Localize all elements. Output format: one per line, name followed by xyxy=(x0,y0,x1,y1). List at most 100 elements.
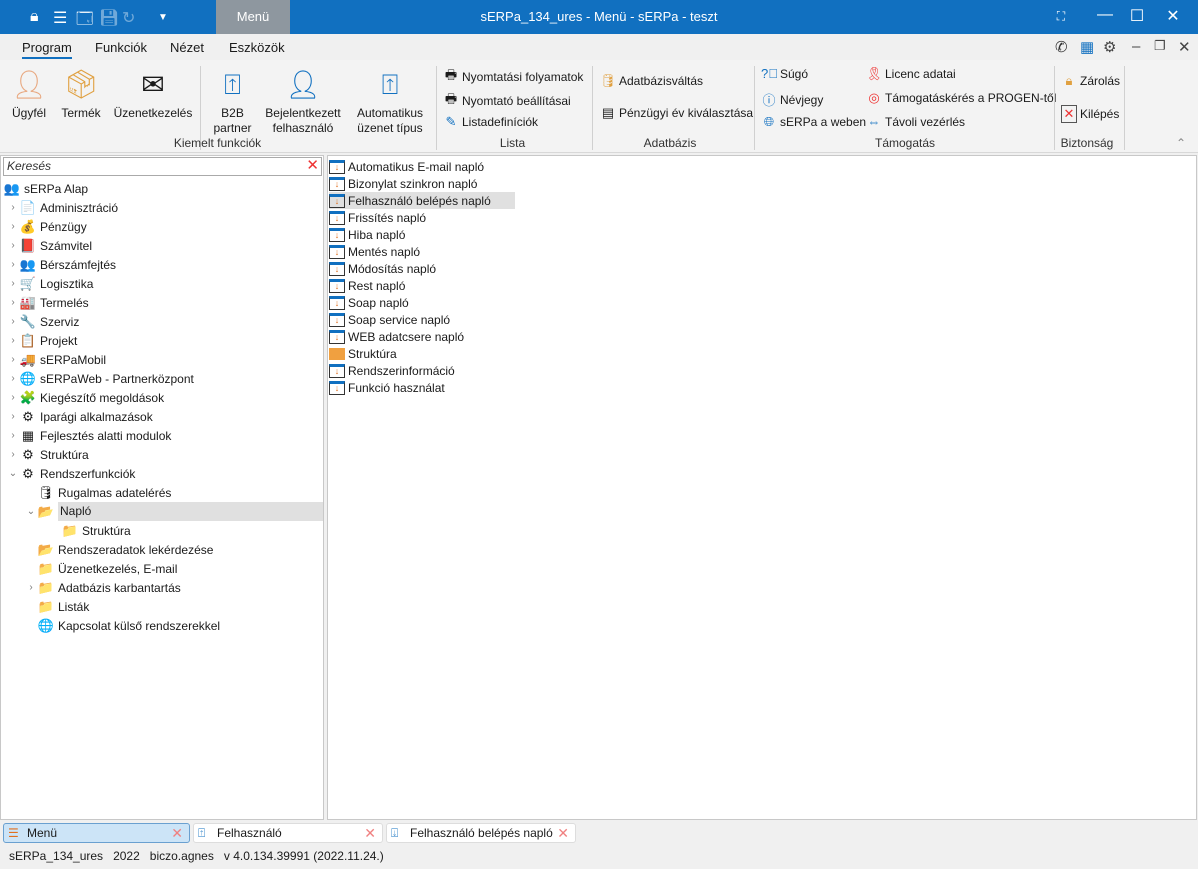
list-item[interactable]: ↓ Soap napló xyxy=(329,294,419,311)
tree-item[interactable]: 📁 Üzenetkezelés, E-mail xyxy=(1,559,323,578)
zarolas-button[interactable]: 🔒︎ Zárolás xyxy=(1061,73,1120,89)
doc-tab-felhasznalo[interactable]: ⍐ Felhasználó ✕ xyxy=(193,823,383,843)
list-item[interactable]: ↓ Módosítás napló xyxy=(329,260,446,277)
mdi-restore-icon[interactable]: ❐ xyxy=(1154,38,1166,54)
tree-item[interactable]: ⌄ ⚙ Rendszerfunkciók xyxy=(1,464,323,483)
tab-nezet[interactable]: Nézet xyxy=(170,40,204,55)
chevron-down-icon[interactable]: ⌄ xyxy=(7,468,19,479)
chevron-right-icon[interactable]: › xyxy=(7,278,19,289)
serpa-web-button[interactable]: 🌐︎ sERPa a weben xyxy=(761,114,866,130)
chevron-right-icon[interactable]: › xyxy=(7,316,19,327)
list-item[interactable]: ↓ Hiba napló xyxy=(329,226,415,243)
chevron-right-icon[interactable]: › xyxy=(7,202,19,213)
list-item[interactable]: ↓ WEB adatcsere napló xyxy=(329,328,474,345)
kilepes-button[interactable]: ✕ Kilépés xyxy=(1061,105,1119,123)
close-button[interactable]: ✕ xyxy=(1161,6,1185,26)
list-item[interactable]: ↓ Bizonylat szinkron napló xyxy=(329,175,487,192)
chevron-right-icon[interactable]: › xyxy=(7,392,19,403)
list-item[interactable]: ↓ Soap service napló xyxy=(329,311,460,328)
chevron-right-icon[interactable]: › xyxy=(7,449,19,460)
tree-item[interactable]: › ⚙ Iparági alkalmazások xyxy=(1,407,323,426)
list-item[interactable]: Struktúra xyxy=(329,345,407,362)
chevron-right-icon[interactable]: › xyxy=(7,335,19,346)
list-item[interactable]: ↓ Automatikus E-mail napló xyxy=(329,158,494,175)
chevron-right-icon[interactable]: › xyxy=(7,297,19,308)
list-item[interactable]: ↓ Felhasználó belépés napló xyxy=(329,192,515,209)
phone-icon[interactable]: ✆ xyxy=(1055,38,1068,56)
tab-funkciok[interactable]: Funkciók xyxy=(95,40,147,55)
chevron-down-icon[interactable]: ⌄ xyxy=(25,506,37,517)
tab-program[interactable]: Program xyxy=(22,40,72,59)
tree-item[interactable]: › 🔧 Szerviz xyxy=(1,312,323,331)
close-tab-icon[interactable]: ✕ xyxy=(171,825,183,842)
tree-item[interactable]: 📂 Rendszeradatok lekérdezése xyxy=(1,540,323,559)
tree-item[interactable]: › ⚙ Struktúra xyxy=(1,445,323,464)
list-item[interactable]: ↓ Mentés napló xyxy=(329,243,430,260)
chevron-right-icon[interactable]: › xyxy=(7,259,19,270)
automatikus-uzenet-tipus-button[interactable]: ⍐ Automatikus üzenet típus xyxy=(350,66,430,136)
tree-item[interactable]: › 👥 Bérszámfejtés xyxy=(1,255,323,274)
close-tab-icon[interactable]: ✕ xyxy=(364,825,376,842)
nyomtatasi-folyamatok-button[interactable]: 🖶 Nyomtatási folyamatok xyxy=(443,66,584,88)
list-item[interactable]: ↓ Funkció használat xyxy=(329,379,455,396)
tree-item[interactable]: › ▦ Fejlesztés alatti modulok xyxy=(1,426,323,445)
uzenetkezeles-button[interactable]: ✉ Üzenetkezelés xyxy=(113,66,193,121)
tree-item[interactable]: › 📄 Adminisztráció xyxy=(1,198,323,217)
tamogataskeres-button[interactable]: ◎ Támogatáskérés a PROGEN-től xyxy=(866,90,1056,106)
adatbazisvaltas-button[interactable]: 🛢 Adatbázisváltás xyxy=(600,73,703,89)
menu-context-tab[interactable]: Menü xyxy=(216,0,290,34)
tree-item[interactable]: 👥 sERPa Alap xyxy=(1,179,323,198)
tree-item[interactable]: › 🌐 sERPaWeb - Partnerközpont xyxy=(1,369,323,388)
focus-icon[interactable]: ⛶ xyxy=(1049,9,1073,24)
maximize-button[interactable]: ☐ xyxy=(1125,6,1149,26)
calculator-icon[interactable]: ▦ xyxy=(1080,38,1094,56)
minimize-button[interactable]: — xyxy=(1093,6,1117,24)
tree-item[interactable]: › 🛒 Logisztika xyxy=(1,274,323,293)
licenc-adatai-button[interactable]: 🎗︎ Licenc adatai xyxy=(866,66,956,82)
tree-item[interactable]: › 📋 Projekt xyxy=(1,331,323,350)
termek-button[interactable]: 📦︎ Termék xyxy=(58,66,104,121)
tavoli-vezerles-button[interactable]: ⇔ Távoli vezérlés xyxy=(866,114,966,129)
doc-tab-menu[interactable]: ☰ Menü ✕ xyxy=(3,823,190,843)
tree-item[interactable]: ⌄ 📂 Napló xyxy=(1,502,323,521)
tree-item[interactable]: 🛢 Rugalmas adatelérés xyxy=(1,483,323,502)
chevron-right-icon[interactable]: › xyxy=(7,221,19,232)
tree-item[interactable]: › 💰 Pénzügy xyxy=(1,217,323,236)
chevron-right-icon[interactable]: › xyxy=(7,411,19,422)
listadefiniciok-button[interactable]: ✎ Listadefiníciók xyxy=(443,114,539,130)
ugyfel-button[interactable]: 👤︎ Ügyfél xyxy=(6,66,52,121)
list-item[interactable]: ↓ Frissítés napló xyxy=(329,209,436,226)
tree-item[interactable]: 🌐 Kapcsolat külső rendszerekkel xyxy=(1,616,323,635)
tree-item[interactable]: › 📁 Adatbázis karbantartás xyxy=(1,578,323,597)
clear-search-icon[interactable]: ✕ xyxy=(306,157,319,174)
collapse-ribbon-icon[interactable]: ⌃ xyxy=(1176,136,1186,150)
mdi-minimize-icon[interactable]: – xyxy=(1132,38,1140,55)
tree-item[interactable]: › 🏭 Termelés xyxy=(1,293,323,312)
tree-item[interactable]: › 🧩 Kiegészítő megoldások xyxy=(1,388,323,407)
bejelentkezett-felhasznalo-button[interactable]: 👤︎ Bejelentkezett felhasználó xyxy=(262,66,344,136)
b2b-partner-button[interactable]: ⍐ B2B partner xyxy=(205,66,260,136)
gear-icon[interactable]: ⚙ xyxy=(1103,38,1116,56)
mdi-close-icon[interactable]: ✕ xyxy=(1178,38,1191,56)
tree-item[interactable]: › 📕 Számvitel xyxy=(1,236,323,255)
close-tab-icon[interactable]: ✕ xyxy=(557,825,569,842)
chevron-right-icon[interactable]: › xyxy=(7,373,19,384)
chevron-right-icon[interactable]: › xyxy=(7,240,19,251)
tree-item[interactable]: 📁 Listák xyxy=(1,597,323,616)
chevron-right-icon[interactable]: › xyxy=(7,354,19,365)
label: Pénzügyi év kiválasztása xyxy=(619,106,754,120)
tab-eszkozok[interactable]: Eszközök xyxy=(229,40,285,55)
list-item-label: Automatikus E-mail napló xyxy=(348,159,485,174)
tree-item[interactable]: › 🚚 sERPaMobil xyxy=(1,350,323,369)
penzugyi-ev-button[interactable]: ▤ Pénzügyi év kiválasztása xyxy=(600,105,753,121)
list-item[interactable]: ↓ Rendszerinformáció xyxy=(329,362,465,379)
chevron-right-icon[interactable]: › xyxy=(7,430,19,441)
list-item[interactable]: ↓ Rest napló xyxy=(329,277,415,294)
nyomtato-beallitasai-button[interactable]: 🖶 Nyomtató beállításai xyxy=(443,90,571,112)
sugo-button[interactable]: ?⃝ Súgó xyxy=(761,66,808,81)
search-input[interactable]: Keresés ✕ xyxy=(3,157,322,176)
doc-tab-felhasznalo-belepes-naplo[interactable]: ⍗ Felhasználó belépés napló ✕ xyxy=(386,823,576,843)
chevron-right-icon[interactable]: › xyxy=(25,582,37,593)
tree-item[interactable]: 📁 Struktúra xyxy=(1,521,323,540)
nevjegy-button[interactable]: ⓘ Névjegy xyxy=(761,90,823,109)
